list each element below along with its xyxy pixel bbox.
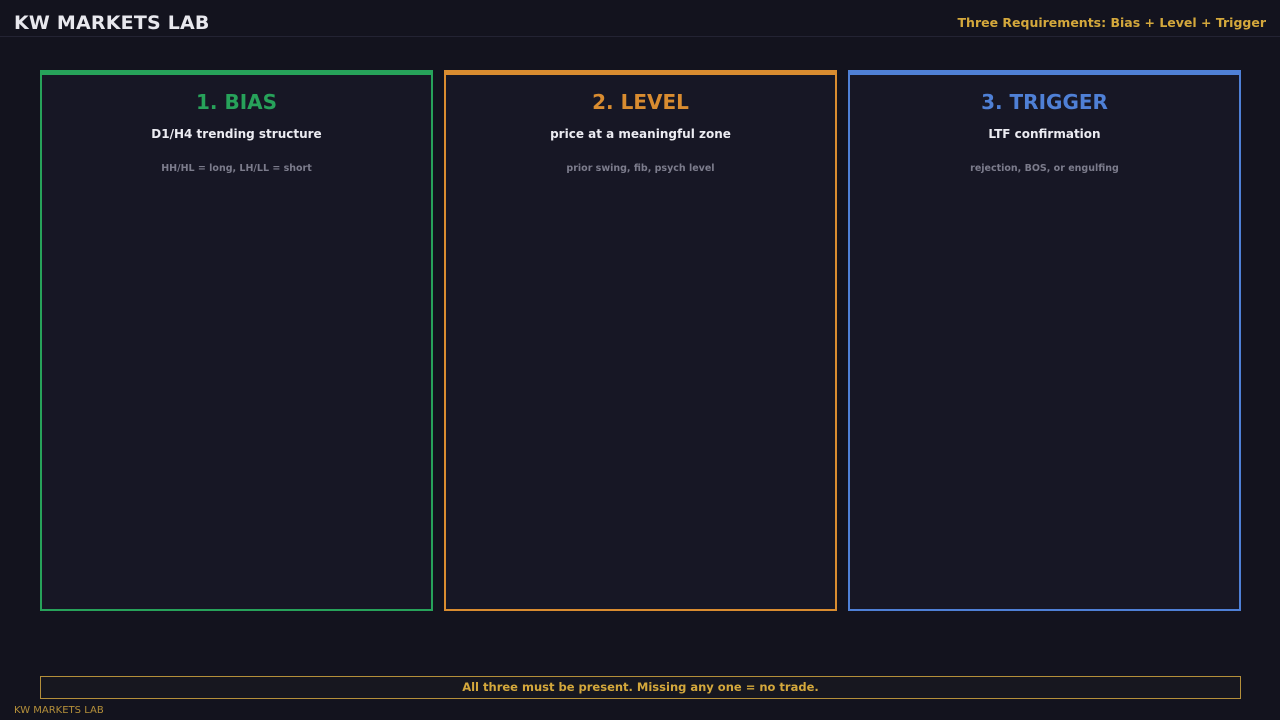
requirements-cards: 1. BIAS D1/H4 trending structure HH/HL =… (40, 70, 1241, 611)
slide-subtitle: Three Requirements: Bias + Level + Trigg… (957, 15, 1266, 30)
card-trigger: 3. TRIGGER LTF confirmation rejection, B… (848, 70, 1241, 611)
card-level-subtitle: price at a meaningful zone (550, 127, 731, 141)
card-level-detail: prior swing, fib, psych level (566, 163, 715, 174)
footer-brand: KW MARKETS LAB (14, 705, 104, 716)
card-level-title: 2. LEVEL (592, 90, 689, 114)
card-bias-title: 1. BIAS (195, 90, 278, 114)
header-bar: KW MARKETS LAB Three Requirements: Bias … (0, 0, 1280, 37)
card-trigger-title: 3. TRIGGER (981, 90, 1108, 114)
card-trigger-subtitle: LTF confirmation (988, 127, 1101, 141)
slide: KW MARKETS LAB Three Requirements: Bias … (0, 0, 1280, 720)
brand-title: KW MARKETS LAB (14, 12, 210, 34)
card-bias-subtitle: D1/H4 trending structure (151, 127, 322, 141)
card-bias: 1. BIAS D1/H4 trending structure HH/HL =… (40, 70, 433, 611)
card-bias-detail: HH/HL = long, LH/LL = short (161, 163, 312, 174)
card-trigger-detail: rejection, BOS, or engulfing (970, 163, 1119, 174)
card-level: 2. LEVEL price at a meaningful zone prio… (444, 70, 837, 611)
rule-banner: All three must be present. Missing any o… (40, 676, 1241, 699)
